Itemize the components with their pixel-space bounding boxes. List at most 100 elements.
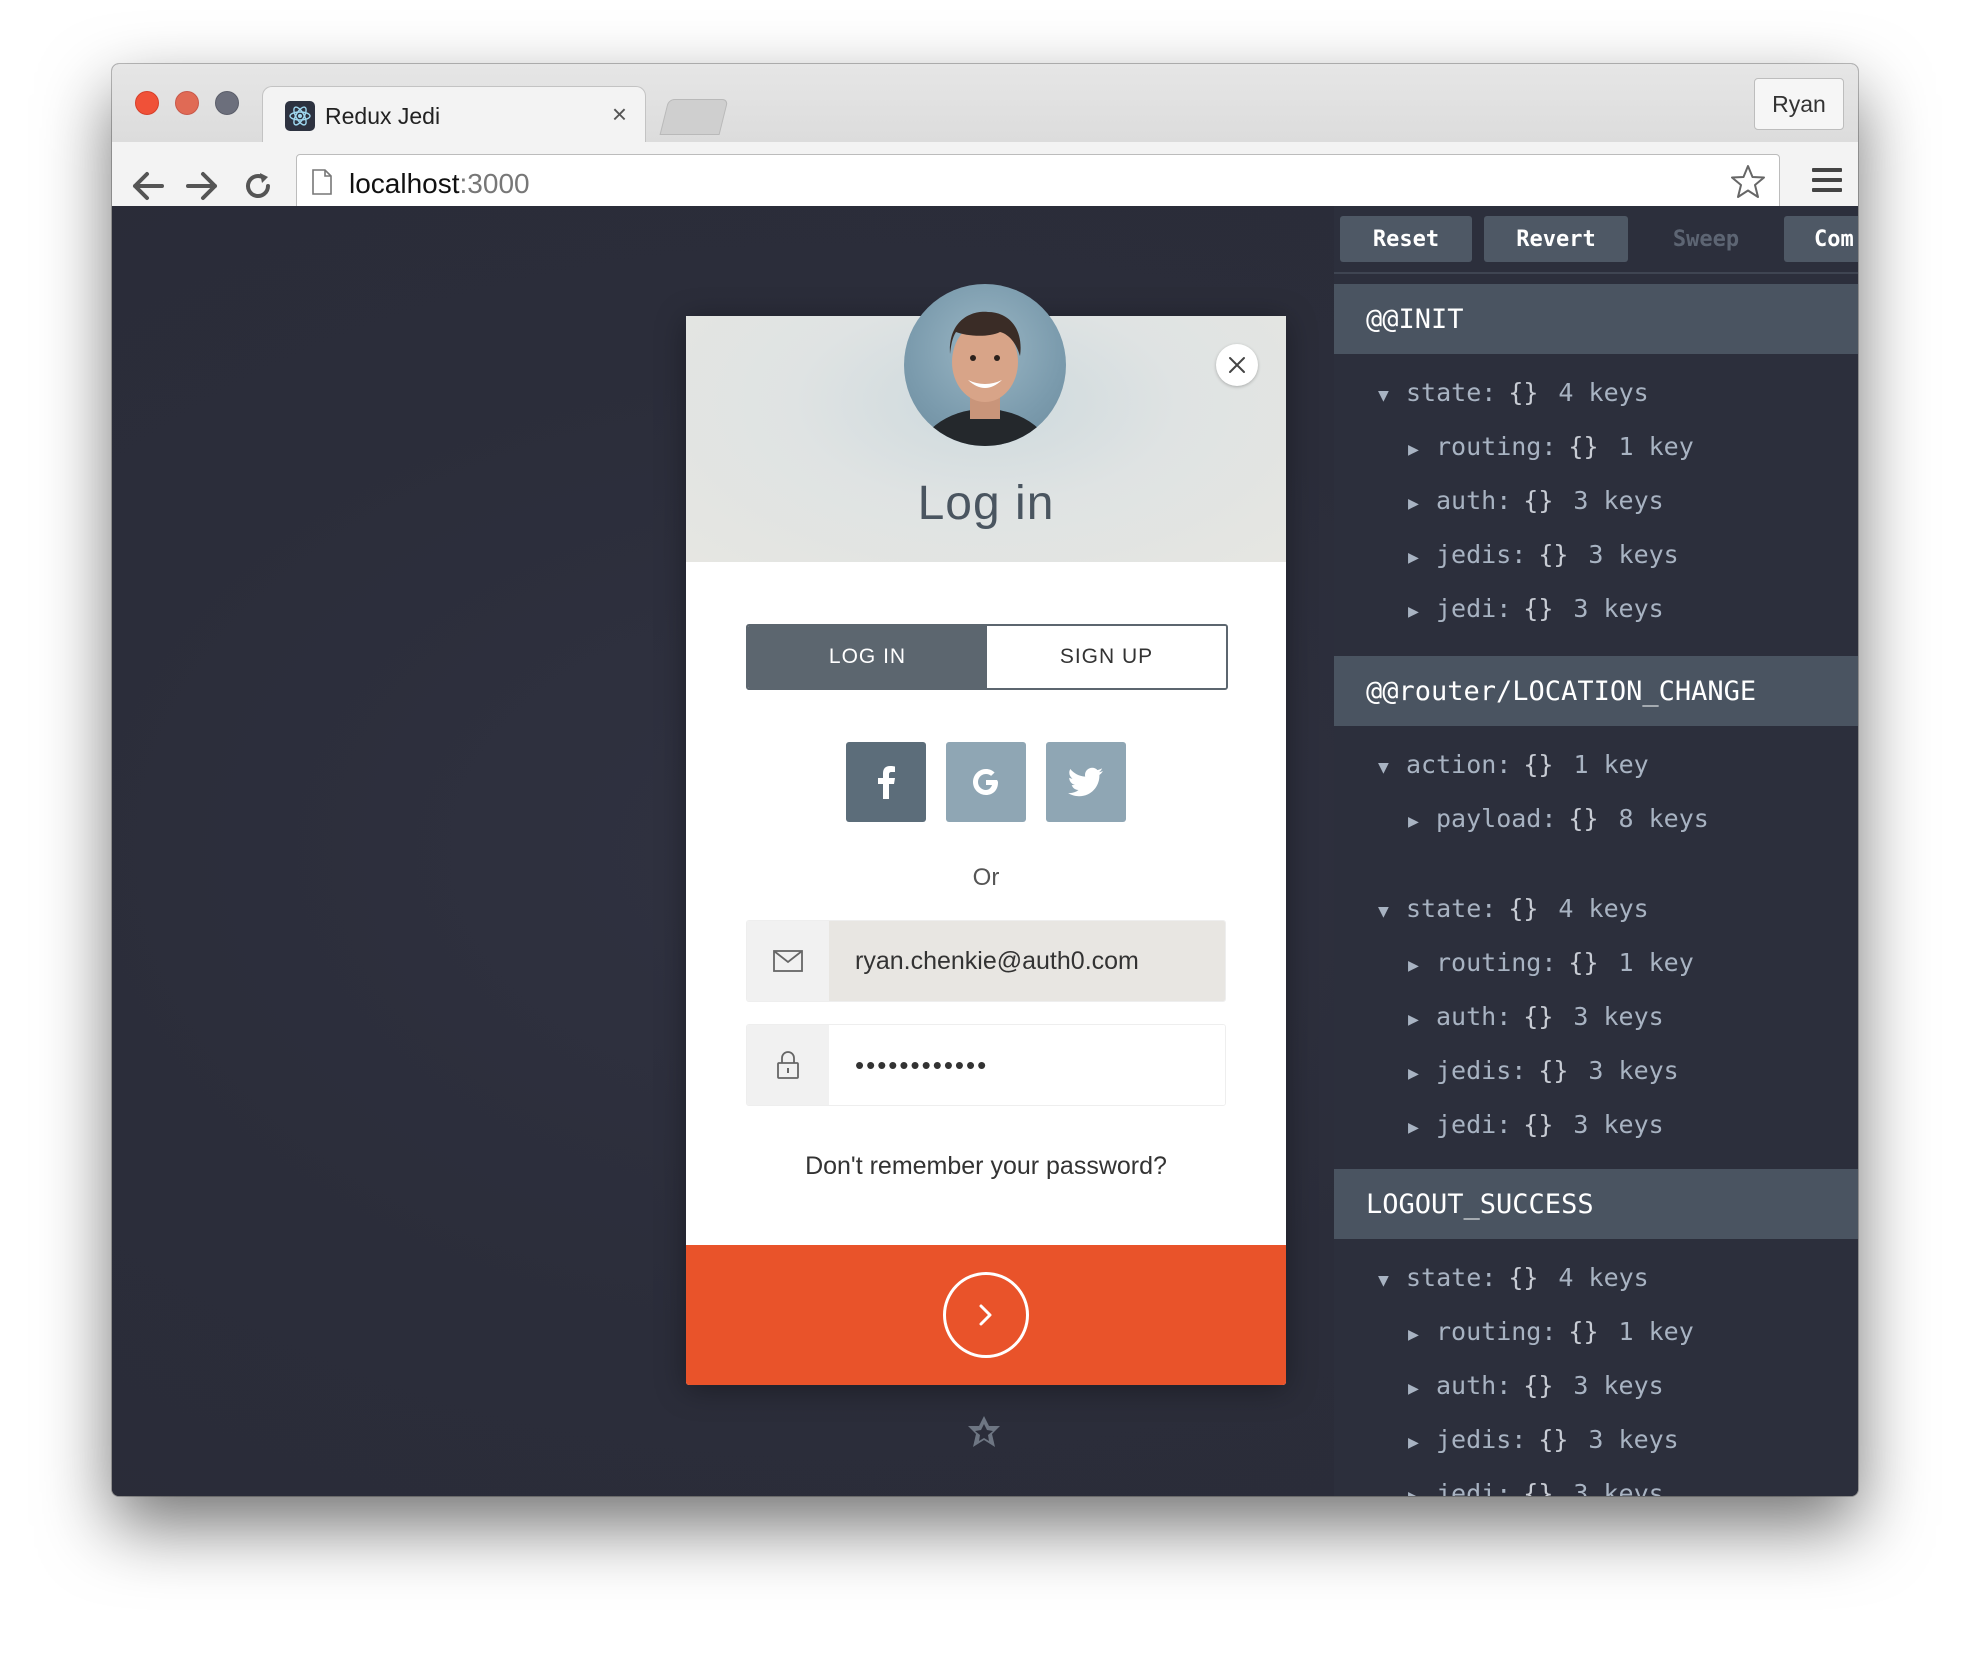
state-tree-row[interactable]: ▶ routing: {} 1 key [1408, 432, 1694, 461]
close-icon [1229, 357, 1245, 373]
tree-key-count: 1 key [1618, 432, 1694, 461]
facebook-icon [878, 766, 895, 799]
state-tree-row[interactable]: ▶ jedis: {} 3 keys [1408, 1056, 1679, 1085]
browser-tab[interactable]: Redux Jedi × [262, 86, 646, 145]
tree-key: routing: [1436, 948, 1557, 977]
tree-key-count: 1 key [1618, 1317, 1694, 1346]
state-tree-row[interactable]: ▶ jedis: {} 3 keys [1408, 1425, 1679, 1454]
state-tree-row[interactable]: ▶ payload: {} 8 keys [1408, 804, 1709, 833]
caret-right-icon: ▶ [1408, 1432, 1419, 1453]
caret-right-icon: ▶ [1408, 547, 1419, 568]
profile-button[interactable]: Ryan [1754, 78, 1844, 130]
hamburger-menu-icon[interactable] [1812, 168, 1842, 198]
tab-sign-up[interactable]: SIGN UP [987, 626, 1226, 688]
react-favicon-icon [285, 101, 315, 131]
action-header[interactable]: LOGOUT_SUCCESS [1334, 1169, 1858, 1239]
tree-brace: {} [1523, 750, 1554, 779]
toolbar-divider [1334, 272, 1858, 274]
tree-key-count: 1 key [1618, 948, 1694, 977]
state-tree-row[interactable]: ▼ state: {} 4 keys [1378, 894, 1649, 923]
tree-brace: {} [1508, 894, 1539, 923]
tree-key: jedis: [1436, 540, 1527, 569]
state-tree-row[interactable]: ▶ routing: {} 1 key [1408, 1317, 1694, 1346]
tree-key-count: 3 keys [1573, 486, 1664, 515]
tree-key: auth: [1436, 1002, 1512, 1031]
caret-right-icon: ▶ [1408, 439, 1419, 460]
zoom-window-button[interactable] [215, 91, 239, 115]
email-input[interactable] [829, 921, 1225, 1001]
chevron-right-icon [979, 1304, 992, 1326]
tree-key-count: 3 keys [1588, 540, 1679, 569]
state-tree-row[interactable]: ▼ state: {} 4 keys [1378, 378, 1649, 407]
state-tree-row[interactable]: ▶jedi: {} 3 keys [1408, 1479, 1664, 1496]
state-tree-row[interactable]: ▶ auth: {} 3 keys [1408, 1002, 1664, 1031]
state-tree-row[interactable]: ▶jedi:{}3 keys [1408, 594, 1664, 623]
tree-key: payload: [1436, 804, 1557, 833]
tree-brace: {} [1538, 1425, 1569, 1454]
tree-key: state: [1406, 378, 1497, 407]
tree-key-count: 3 keys [1573, 1479, 1664, 1496]
tree-key: jedi: [1436, 594, 1512, 623]
twitter-icon [1068, 767, 1103, 797]
state-tree-row[interactable]: ▶ auth: {} 3 keys [1408, 486, 1664, 515]
tab-log-in[interactable]: LOG IN [748, 626, 987, 688]
caret-right-icon: ▶ [1408, 1063, 1419, 1084]
caret-right-icon: ▶ [1408, 1117, 1419, 1138]
tree-brace: {} [1508, 1263, 1539, 1292]
reset-button[interactable]: Reset [1340, 216, 1472, 262]
submit-button[interactable] [686, 1245, 1286, 1385]
commit-button[interactable]: Com [1784, 216, 1858, 262]
tab-strip: Redux Jedi × Ryan [112, 64, 1858, 145]
tree-key-count: 3 keys [1573, 1371, 1664, 1400]
address-bar[interactable]: localhost:3000 [296, 154, 1780, 212]
state-tree-row[interactable]: ▼ state: {} 4 keys [1378, 1263, 1649, 1292]
reload-icon[interactable] [236, 164, 280, 208]
forgot-password-link[interactable]: Don't remember your password? [686, 1152, 1286, 1181]
caret-right-icon: ▶ [1408, 1009, 1419, 1030]
tree-brace: {} [1538, 1056, 1569, 1085]
tree-key: auth: [1436, 1371, 1512, 1400]
caret-down-icon: ▼ [1378, 385, 1389, 406]
tree-key-count: 3 keys [1573, 1110, 1664, 1139]
bookmark-star-icon[interactable] [1729, 163, 1767, 206]
state-tree-row[interactable]: ▶jedi:{}3 keys [1408, 1110, 1664, 1139]
or-divider-text: Or [972, 864, 1000, 891]
page-content: Log in LOG IN SIGN UP Or ryan.chenkie@au… [112, 206, 1858, 1496]
tree-key-count: 4 keys [1558, 1263, 1649, 1292]
close-window-button[interactable] [135, 91, 159, 115]
state-tree-row[interactable]: ▶ jedis: {} 3 keys [1408, 540, 1679, 569]
state-tree-row[interactable]: ▼ action: {} 1 key [1378, 750, 1649, 779]
tree-key: jedi: [1436, 1479, 1512, 1496]
forward-arrow-icon[interactable] [180, 164, 224, 208]
redux-devtools-panel: Reset Revert Sweep Com @@INIT ▼ state: {} 4 … [1334, 206, 1858, 1496]
tree-brace: {} [1538, 540, 1569, 569]
tree-brace: {} [1508, 378, 1539, 407]
caret-right-icon: ▶ [1408, 1486, 1436, 1496]
tree-brace: {} [1523, 1479, 1554, 1496]
state-tree-row[interactable]: ▶ routing: {} 1 key [1408, 948, 1694, 977]
tree-key-count: 3 keys [1573, 1002, 1664, 1031]
password-input[interactable] [829, 1025, 1225, 1105]
sweep-button[interactable]: Sweep [1640, 216, 1772, 262]
twitter-login-button[interactable] [1046, 742, 1126, 822]
tree-brace: {} [1568, 1317, 1599, 1346]
minimize-window-button[interactable] [175, 91, 199, 115]
facebook-login-button[interactable] [846, 742, 926, 822]
lock-icon [747, 1025, 829, 1105]
caret-right-icon: ▶ [1408, 1378, 1419, 1399]
action-header[interactable]: @@router/LOCATION_CHANGE [1334, 656, 1858, 726]
back-arrow-icon[interactable] [126, 164, 170, 208]
google-login-button[interactable] [946, 742, 1026, 822]
close-modal-button[interactable] [1216, 344, 1258, 386]
action-header[interactable]: @@INIT [1334, 284, 1858, 354]
revert-button[interactable]: Revert [1484, 216, 1628, 262]
tree-brace: {} [1523, 1002, 1554, 1031]
new-tab-button[interactable] [659, 99, 729, 135]
auth0-logo-icon [967, 1414, 1001, 1455]
state-tree-row[interactable]: ▶ auth: {} 3 keys [1408, 1371, 1664, 1400]
tab-close-icon[interactable]: × [612, 99, 627, 129]
tree-brace: {} [1523, 486, 1554, 515]
caret-right-icon: ▶ [1408, 493, 1419, 514]
url-host: localhost [349, 168, 460, 199]
browser-window: Redux Jedi × Ryan localhost:3000 Log in … [112, 64, 1858, 1496]
